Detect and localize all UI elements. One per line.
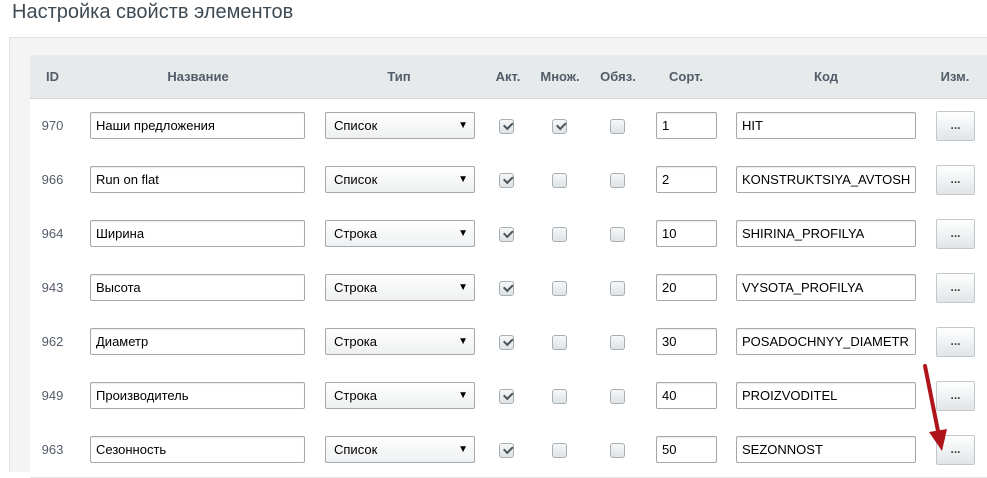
table-row: 962 Диаметр Строка ▼ 30 POSADOCHNYY_DIAMETR..… [30, 315, 987, 370]
header-code: Код [814, 69, 838, 84]
sort-input[interactable]: 2 [656, 166, 717, 193]
row-id: 962 [41, 334, 64, 349]
table-row: 963 Сезонность Список ▼ 50 SEZONNOST... [30, 423, 987, 478]
active-checkbox[interactable] [499, 335, 514, 350]
code-input[interactable]: SHIRINA_PROFILYA [736, 220, 916, 247]
sort-input[interactable]: 20 [656, 274, 717, 301]
page-title: Настройка свойств элементов [12, 1, 294, 23]
header-type: Тип [387, 69, 411, 84]
multiple-checkbox[interactable] [552, 227, 567, 242]
code-input[interactable]: HIT [736, 112, 916, 139]
multiple-checkbox[interactable] [552, 281, 567, 296]
name-input[interactable]: Высота [90, 274, 305, 301]
row-id: 966 [41, 172, 64, 187]
row-id: 949 [41, 388, 64, 403]
type-select[interactable]: Строка ▼ [325, 274, 475, 301]
header-edit: Изм. [940, 69, 970, 84]
active-checkbox[interactable] [499, 281, 514, 296]
name-input[interactable]: Run on flat [90, 166, 305, 193]
sort-input[interactable]: 40 [656, 382, 717, 409]
sort-input[interactable]: 30 [656, 328, 717, 355]
header-sort: Сорт. [669, 69, 703, 84]
dropdown-arrow-icon: ▼ [458, 174, 468, 185]
table-row: 964 Ширина Строка ▼ 10 SHIRINA_PROFILYA... [30, 207, 987, 262]
required-checkbox[interactable] [610, 281, 625, 296]
sort-input[interactable]: 1 [656, 112, 717, 139]
row-id: 943 [41, 280, 64, 295]
type-select-value: Строка [334, 226, 378, 241]
code-input[interactable]: VYSOTA_PROFILYA [736, 274, 916, 301]
edit-button[interactable]: ... [936, 219, 975, 249]
type-select[interactable]: Строка ▼ [325, 328, 475, 355]
edit-button[interactable]: ... [936, 165, 975, 195]
name-input[interactable]: Производитель [90, 382, 305, 409]
edit-button[interactable]: ... [936, 273, 975, 303]
type-select[interactable]: Строка ▼ [325, 382, 475, 409]
table-row: 966 Run on flat Список ▼ 2 KONSTRUKTSIYA_AVTO… [30, 153, 987, 208]
header-id: ID [46, 69, 59, 84]
edit-button[interactable]: ... [936, 111, 975, 141]
active-checkbox[interactable] [499, 227, 514, 242]
active-checkbox[interactable] [499, 443, 514, 458]
dropdown-arrow-icon: ▼ [458, 336, 468, 347]
type-select[interactable]: Список ▼ [325, 112, 475, 139]
type-select-value: Список [334, 442, 378, 457]
header-multiple: Множ. [540, 69, 580, 84]
required-checkbox[interactable] [610, 335, 625, 350]
dropdown-arrow-icon: ▼ [458, 282, 468, 293]
multiple-checkbox[interactable] [552, 443, 567, 458]
active-checkbox[interactable] [499, 119, 514, 134]
type-select[interactable]: Список ▼ [325, 166, 475, 193]
code-input[interactable]: KONSTRUKTSIYA_AVTOSH [736, 166, 916, 193]
name-input[interactable]: Сезонность [90, 436, 305, 463]
sort-input[interactable]: 50 [656, 436, 717, 463]
required-checkbox[interactable] [610, 227, 625, 242]
active-checkbox[interactable] [499, 389, 514, 404]
header-active: Акт. [495, 69, 521, 84]
multiple-checkbox[interactable] [552, 119, 567, 134]
required-checkbox[interactable] [610, 173, 625, 188]
active-checkbox[interactable] [499, 173, 514, 188]
code-input[interactable]: PROIZVODITEL [736, 382, 916, 409]
sort-input[interactable]: 10 [656, 220, 717, 247]
table-header: ID Название Тип Акт. Множ. Обяз. Сорт. К… [30, 55, 987, 99]
multiple-checkbox[interactable] [552, 173, 567, 188]
dropdown-arrow-icon: ▼ [458, 120, 468, 131]
multiple-checkbox[interactable] [552, 389, 567, 404]
type-select-value: Строка [334, 388, 378, 403]
row-id: 964 [41, 226, 64, 241]
header-name: Название [167, 69, 229, 84]
code-input[interactable]: SEZONNOST [736, 436, 916, 463]
dropdown-arrow-icon: ▼ [458, 390, 468, 401]
annotation-arrow-icon [923, 364, 947, 451]
code-input[interactable]: POSADOCHNYY_DIAMETR [736, 328, 916, 355]
table-row: 949 Производитель Строка ▼ 40 PROIZVODITEL... [30, 369, 987, 424]
row-id: 963 [41, 442, 64, 457]
edit-button[interactable]: ... [936, 327, 975, 357]
required-checkbox[interactable] [610, 443, 625, 458]
type-select[interactable]: Строка ▼ [325, 220, 475, 247]
required-checkbox[interactable] [610, 389, 625, 404]
name-input[interactable]: Диаметр [90, 328, 305, 355]
dropdown-arrow-icon: ▼ [458, 444, 468, 455]
required-checkbox[interactable] [610, 119, 625, 134]
type-select-value: Список [334, 172, 378, 187]
table-row: 970 Наши предложения Список ▼ 1 HIT... [30, 99, 987, 154]
type-select[interactable]: Список ▼ [325, 436, 475, 463]
row-id: 970 [41, 118, 64, 133]
dropdown-arrow-icon: ▼ [458, 228, 468, 239]
name-input[interactable]: Ширина [90, 220, 305, 247]
header-required: Обяз. [600, 69, 636, 84]
type-select-value: Строка [334, 280, 378, 295]
table-row: 943 Высота Строка ▼ 20 VYSOTA_PROFILYA... [30, 261, 987, 316]
properties-table: ID Название Тип Акт. Множ. Обяз. Сорт. К… [30, 55, 987, 478]
type-select-value: Список [334, 118, 378, 133]
type-select-value: Строка [334, 334, 378, 349]
name-input[interactable]: Наши предложения [90, 112, 305, 139]
multiple-checkbox[interactable] [552, 335, 567, 350]
